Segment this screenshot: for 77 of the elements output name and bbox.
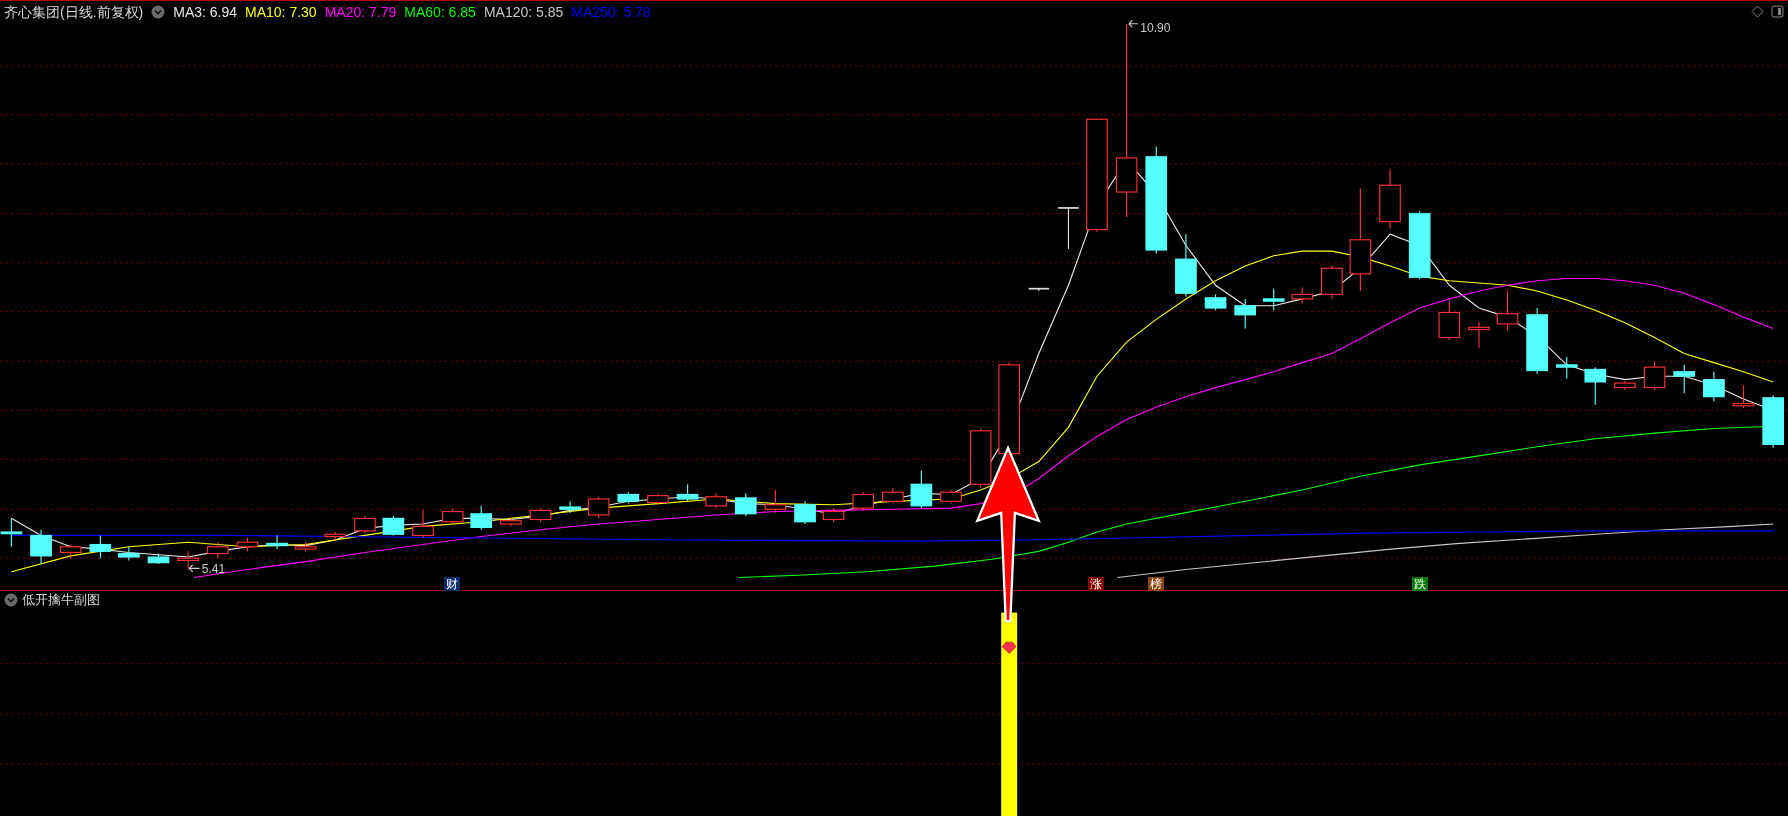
- pointer-arrow-icon: [1128, 19, 1139, 28]
- candlestick: [705, 492, 727, 509]
- candlestick: [1703, 371, 1725, 402]
- candlestick: [30, 529, 52, 565]
- candlestick: [236, 537, 259, 552]
- candlestick: [969, 427, 992, 489]
- subchart-title: 低开擒牛副图: [22, 591, 100, 610]
- candlestick: [324, 531, 347, 541]
- gem-icon: [1002, 641, 1017, 654]
- moving-average-label: MA3: 6.94: [173, 2, 238, 22]
- chart-title: 齐心集团(日线.前复权): [4, 2, 144, 22]
- candlestick: [1291, 286, 1314, 305]
- candlestick: [910, 470, 933, 509]
- dropdown-icon[interactable]: [151, 5, 166, 19]
- candlestick: [1526, 307, 1548, 375]
- price-label: 10.90: [1140, 21, 1171, 34]
- candlestick: [1614, 380, 1636, 391]
- candlestick: [0, 517, 23, 548]
- candlestick: [118, 546, 140, 561]
- candlestick: [1673, 364, 1696, 394]
- moving-average-label: MA60: 6.85: [404, 2, 476, 22]
- candlestick: [294, 541, 317, 552]
- pointer-arrow-icon: [188, 564, 201, 573]
- candlestick: [1643, 362, 1666, 391]
- candlestick: [382, 515, 405, 536]
- moving-average-label: MA250: 5.78: [571, 2, 651, 22]
- candlestick: [177, 550, 199, 571]
- candlestick: [1408, 210, 1431, 281]
- candlestick: [794, 500, 816, 525]
- candlestick: [1584, 366, 1607, 406]
- candlestick: [1468, 321, 1490, 349]
- candlestick: [1762, 395, 1784, 449]
- price-label: 5.41: [201, 563, 226, 576]
- candlestick: [559, 500, 581, 514]
- candlestick: [441, 507, 464, 525]
- candlestick: [1234, 298, 1257, 330]
- candlestick: [206, 541, 229, 559]
- candlestick: [1496, 290, 1519, 332]
- candlestick: [1262, 288, 1285, 311]
- candlestick: [1027, 287, 1050, 292]
- signal-tag: 榜: [1148, 576, 1165, 591]
- candlestick: [1175, 233, 1197, 298]
- candlestick: [882, 487, 904, 505]
- candlestick: [764, 489, 787, 514]
- candlestick: [147, 553, 170, 565]
- moving-average-label: MA10: 7.30: [245, 2, 317, 22]
- candlestick: [1379, 168, 1401, 229]
- candlestick: [647, 492, 669, 506]
- split-square-icon[interactable]: [1771, 5, 1784, 18]
- candlestick: [940, 489, 962, 505]
- candlestick: [354, 515, 376, 534]
- candlestick: [734, 492, 757, 517]
- candlestick: [1555, 356, 1578, 380]
- candlestick: [1204, 293, 1227, 311]
- dropdown-icon[interactable]: [4, 593, 18, 607]
- candlestick: [676, 483, 699, 502]
- signal-tag: 跌: [1411, 576, 1428, 591]
- candlestick: [587, 496, 610, 519]
- candlestick: [1321, 265, 1343, 300]
- candlestick: [1438, 300, 1461, 341]
- candlestick: [500, 517, 522, 527]
- diamond-icon[interactable]: [1751, 5, 1764, 18]
- moving-average-label: MA120: 5.85: [483, 2, 564, 22]
- candlestick: [89, 534, 112, 559]
- candlestick: [617, 491, 640, 505]
- candlestick: [470, 505, 493, 531]
- candlestick: [266, 534, 288, 550]
- moving-average-label: MA20: 7.79: [324, 2, 397, 22]
- candlestick: [1732, 384, 1755, 409]
- candlestick: [852, 491, 875, 511]
- candlestick: [1057, 207, 1080, 250]
- signal-tag: 财: [443, 576, 460, 591]
- candlestick: [412, 508, 434, 539]
- candlestick: [529, 507, 552, 523]
- candlestick: [59, 543, 82, 559]
- signal-tag: 涨: [1087, 576, 1104, 591]
- candlestick: [822, 507, 845, 523]
